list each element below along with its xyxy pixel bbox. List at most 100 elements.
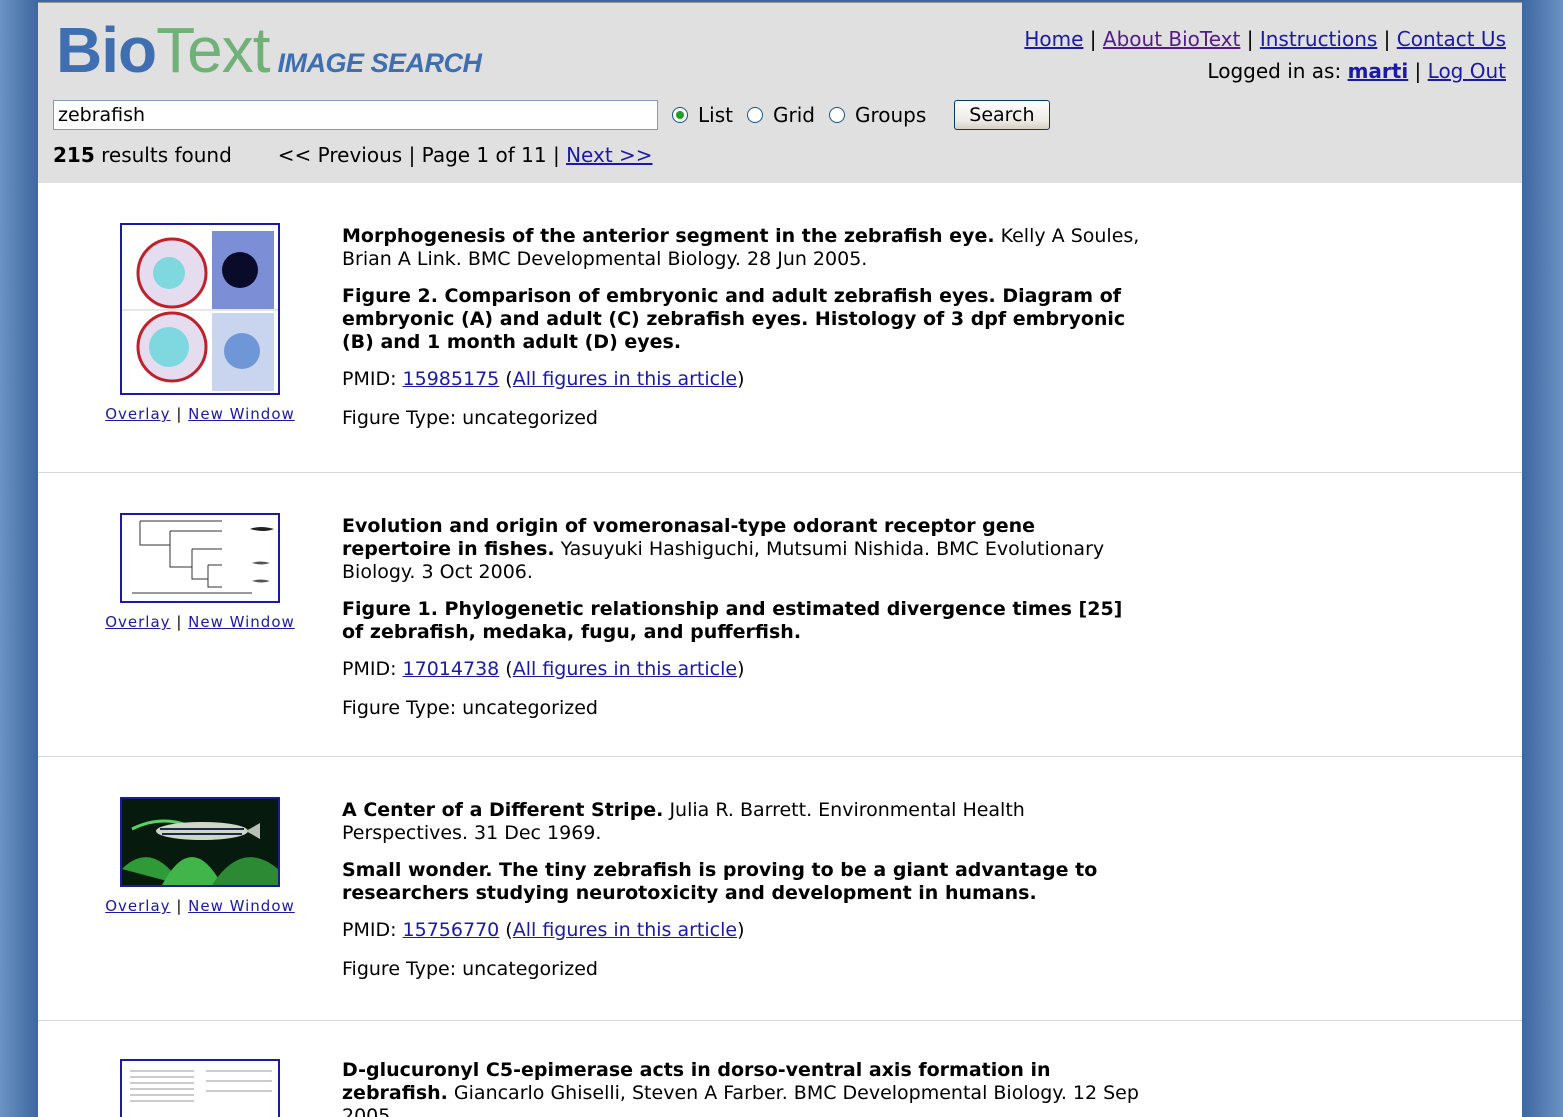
logo-bio: Bio <box>56 14 157 86</box>
figure-caption: Figure 2. Comparison of embryonic and ad… <box>342 285 1126 353</box>
result-info: Evolution and origin of vomeronasal-type… <box>342 515 1142 720</box>
zebrafish-photo-thumbnail <box>122 799 278 885</box>
results-count-number: 215 <box>53 143 95 167</box>
nav-contact-link[interactable]: Contact Us <box>1397 27 1506 51</box>
results-list: Overlay | New Window Morphogenesis of th… <box>38 183 1522 1117</box>
pmid-label: PMID: <box>342 658 397 680</box>
overlay-link[interactable]: Overlay <box>105 897 170 915</box>
figure-thumbnail[interactable] <box>120 1059 280 1117</box>
user-link[interactable]: marti <box>1348 59 1409 83</box>
previous-page-disabled: << Previous <box>277 143 403 167</box>
thumbnail-links: Overlay | New Window <box>105 405 295 423</box>
nav-separator: | <box>1414 59 1422 83</box>
figure-thumbnail[interactable] <box>120 797 280 887</box>
pmid-label: PMID: <box>342 368 397 390</box>
search-button[interactable]: Search <box>954 100 1050 130</box>
view-option-grid[interactable]: Grid <box>746 103 815 127</box>
logo-subtitle: IMAGE SEARCH <box>277 48 482 78</box>
figure-caption: Small wonder. The tiny zebrafish is prov… <box>342 859 1098 904</box>
figure-type-value: uncategorized <box>462 697 598 719</box>
result-thumbnail-col <box>104 1059 296 1117</box>
logout-link[interactable]: Log Out <box>1428 59 1506 83</box>
new-window-link[interactable]: New Window <box>188 897 295 915</box>
page-indicator: | Page 1 of 11 | <box>408 143 560 167</box>
view-option-groups[interactable]: Groups <box>828 103 927 127</box>
view-options: List Grid Groups <box>672 103 940 127</box>
pagination: << Previous | Page 1 of 11 | Next >> <box>278 143 653 167</box>
radio-list[interactable] <box>672 107 688 123</box>
figure-thumbnail[interactable] <box>120 223 280 395</box>
pmid-row: PMID: 15985175 (All figures in this arti… <box>342 368 745 390</box>
results-count-suffix: results found <box>101 143 232 167</box>
figure-type-value: uncategorized <box>462 958 598 980</box>
view-option-label: List <box>698 103 733 127</box>
nav-separator: | <box>1089 27 1097 51</box>
new-window-link[interactable]: New Window <box>188 613 295 631</box>
figure-type-label: Figure Type: <box>342 407 457 429</box>
figure-thumbnail[interactable] <box>120 513 280 603</box>
pmid-link[interactable]: 17014738 <box>403 658 500 680</box>
search-row: List Grid Groups Search <box>53 98 1050 132</box>
pmid-row: PMID: 15756770 (All figures in this arti… <box>342 919 745 941</box>
phylogeny-thumbnail <box>122 515 278 601</box>
header: BioText IMAGE SEARCH Home | About BioText… <box>38 3 1522 183</box>
overlay-link[interactable]: Overlay <box>105 405 170 423</box>
pmid-label: PMID: <box>342 919 397 941</box>
article-heading: Evolution and origin of vomeronasal-type… <box>342 515 1142 584</box>
result-info: D-glucuronyl C5-epimerase acts in dorso-… <box>342 1059 1142 1117</box>
article-heading: A Center of a Different Stripe. Julia R.… <box>342 799 1142 845</box>
result-info: A Center of a Different Stripe. Julia R.… <box>342 799 1142 981</box>
eye-diagram-thumbnail <box>122 225 278 393</box>
logged-in-label: Logged in as: <box>1207 59 1342 83</box>
pmid-link[interactable]: 15985175 <box>403 368 500 390</box>
top-nav: Home | About BioText | Instructions | Co… <box>1024 23 1506 87</box>
nav-instructions-link[interactable]: Instructions <box>1260 27 1377 51</box>
article-heading: D-glucuronyl C5-epimerase acts in dorso-… <box>342 1059 1142 1117</box>
pmid-row: PMID: 17014738 (All figures in this arti… <box>342 658 745 680</box>
radio-grid[interactable] <box>746 107 763 123</box>
view-option-list[interactable]: List <box>672 103 733 127</box>
thumbnail-links: Overlay | New Window <box>105 613 295 631</box>
figure-caption: Figure 1. Phylogenetic relationship and … <box>342 598 1123 643</box>
radio-groups[interactable] <box>828 107 845 123</box>
nav-separator: | <box>1246 27 1254 51</box>
overlay-link[interactable]: Overlay <box>105 613 170 631</box>
thumbnail-links: Overlay | New Window <box>105 897 295 915</box>
article-heading: Morphogenesis of the anterior segment in… <box>342 225 1142 271</box>
result-thumbnail-col: Overlay | New Window <box>104 223 296 423</box>
figure-type-label: Figure Type: <box>342 958 457 980</box>
nav-home-link[interactable]: Home <box>1024 27 1083 51</box>
article-citation: Giancarlo Ghiselli, Steven A Farber. BMC… <box>342 1082 1139 1117</box>
results-count: 215 results found <box>53 143 232 167</box>
logo-text: Text <box>156 14 270 86</box>
result-info: Morphogenesis of the anterior segment in… <box>342 225 1142 430</box>
result-item: D-glucuronyl C5-epimerase acts in dorso-… <box>38 1021 1522 1117</box>
view-option-label: Grid <box>772 103 815 127</box>
search-input[interactable] <box>53 100 658 130</box>
new-window-link[interactable]: New Window <box>188 405 295 423</box>
figure-type-row: Figure Type: uncategorized <box>342 958 1142 981</box>
result-thumbnail-col: Overlay | New Window <box>104 513 296 631</box>
login-row: Logged in as: marti | Log Out <box>1024 55 1506 87</box>
nav-about-link[interactable]: About BioText <box>1103 27 1240 51</box>
figure-type-row: Figure Type: uncategorized <box>342 697 1142 720</box>
all-figures-link[interactable]: All figures in this article <box>513 368 737 390</box>
result-item: Overlay | New Window A Center of a Diffe… <box>38 757 1522 1021</box>
result-item: Overlay | New Window Morphogenesis of th… <box>38 183 1522 473</box>
figure-type-label: Figure Type: <box>342 697 457 719</box>
result-thumbnail-col: Overlay | New Window <box>104 797 296 915</box>
figure-type-value: uncategorized <box>462 407 598 429</box>
result-item: Overlay | New Window Evolution and origi… <box>38 473 1522 757</box>
page: BioText IMAGE SEARCH Home | About BioText… <box>38 2 1522 1117</box>
biotext-logo[interactable]: BioText IMAGE SEARCH <box>56 13 482 86</box>
nav-separator: | <box>1383 27 1391 51</box>
pmid-link[interactable]: 15756770 <box>403 919 500 941</box>
all-figures-link[interactable]: All figures in this article <box>513 658 737 680</box>
article-title: Morphogenesis of the anterior segment in… <box>342 225 995 247</box>
figure-type-row: Figure Type: uncategorized <box>342 407 1142 430</box>
next-page-link[interactable]: Next >> <box>566 143 652 167</box>
article-title: A Center of a Different Stripe. <box>342 799 664 821</box>
all-figures-link[interactable]: All figures in this article <box>513 919 737 941</box>
data-table-thumbnail <box>122 1061 278 1117</box>
view-option-label: Groups <box>854 103 927 127</box>
